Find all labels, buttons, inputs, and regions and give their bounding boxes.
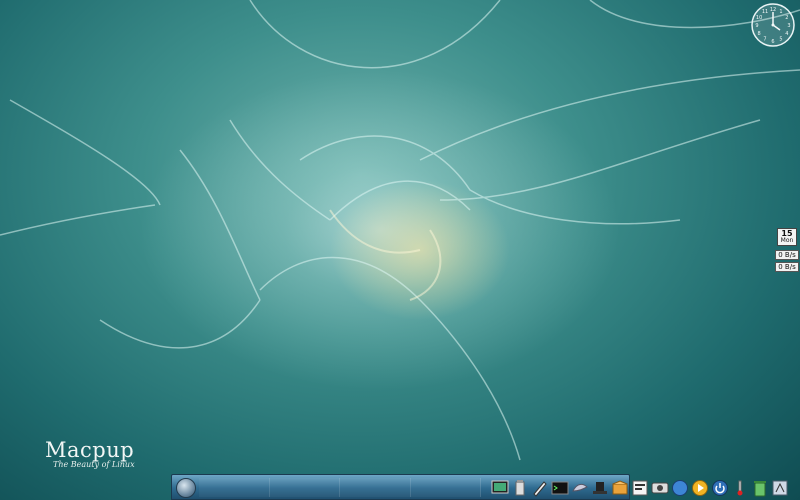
calendar-widget[interactable]: 15 Mon [777, 228, 797, 246]
task-slot[interactable] [269, 478, 340, 497]
settings-icon[interactable] [770, 478, 790, 498]
macpup-logo: Macpup The Beauty of Linux [45, 438, 165, 469]
logo-tagline: The Beauty of Linux [53, 460, 135, 469]
clock-numeral: 12 [770, 7, 776, 13]
browser-icon[interactable] [670, 478, 690, 498]
clock-numeral: 5 [779, 37, 782, 43]
dock-launchers [490, 478, 790, 498]
thermometer-icon[interactable] [730, 478, 750, 498]
screen-icon[interactable] [490, 478, 510, 498]
network-down-rate: 0 B/s [775, 262, 799, 272]
bird-icon[interactable] [570, 478, 590, 498]
logo-title: Macpup [45, 438, 135, 462]
task-slot[interactable] [410, 478, 481, 497]
clock-numeral: 2 [785, 15, 788, 21]
clock-numeral: 6 [771, 39, 774, 45]
package-icon[interactable] [610, 478, 630, 498]
clock-numeral: 7 [763, 37, 766, 43]
task-slot[interactable] [199, 478, 270, 497]
puppy-start-icon[interactable] [176, 478, 196, 498]
clock-numeral: 11 [762, 9, 768, 15]
analog-clock: 1234567891011 12 [751, 3, 795, 47]
clock-numeral: 3 [787, 23, 790, 29]
network-up-rate: 0 B/s [775, 250, 799, 260]
desktop-wallpaper [0, 0, 800, 461]
media-player-icon[interactable] [690, 478, 710, 498]
hat-icon[interactable] [590, 478, 610, 498]
terminal-icon[interactable] [550, 478, 570, 498]
dock-bar [171, 474, 788, 500]
clock-numeral: 9 [755, 23, 758, 29]
clock-numeral: 10 [756, 15, 762, 21]
trash-icon[interactable] [750, 478, 770, 498]
clock-numeral: 4 [785, 31, 788, 37]
task-slot[interactable] [340, 478, 411, 497]
image-viewer-icon[interactable] [650, 478, 670, 498]
task-slots [199, 478, 481, 497]
usb-drive-icon[interactable] [510, 478, 530, 498]
power-icon[interactable] [710, 478, 730, 498]
clock-numeral: 8 [758, 31, 761, 37]
file-manager-icon[interactable] [630, 478, 650, 498]
clock-numeral: 1 [779, 9, 782, 15]
calendar-weekday: Mon [780, 237, 794, 244]
pen-icon[interactable] [530, 478, 550, 498]
